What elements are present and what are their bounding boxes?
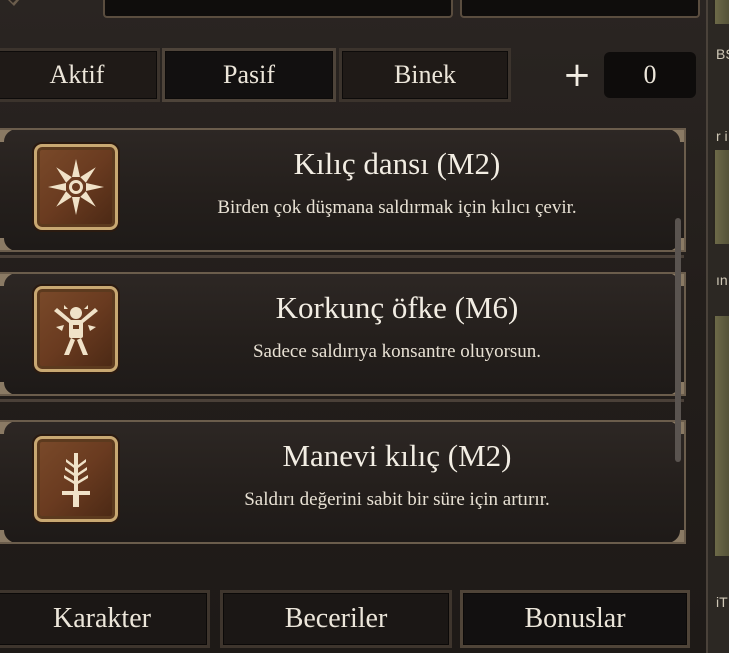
nav-beceriler[interactable]: Beceriler	[220, 590, 452, 648]
background-panel	[713, 0, 729, 24]
top-field-left	[103, 0, 453, 18]
tab-binek[interactable]: Binek	[339, 48, 511, 102]
divider	[0, 399, 684, 402]
ornament-icon	[664, 128, 686, 150]
tab-pasif[interactable]: Pasif	[162, 48, 336, 102]
background-text: BS	[716, 46, 729, 62]
ornament-icon	[0, 420, 20, 442]
ornament-icon	[664, 522, 686, 544]
skill-panel: Aktif Pasif Binek + 0 Kılıç dansı (M2) B…	[0, 0, 706, 653]
aura-sword-icon	[34, 436, 118, 522]
divider	[0, 255, 684, 258]
top-field-right	[460, 0, 700, 18]
skill-list: Kılıç dansı (M2) Birden çok düşmana sald…	[0, 120, 690, 560]
background-text: r i	[716, 128, 728, 144]
skill-item[interactable]: Manevi kılıç (M2) Saldırı değerini sabit…	[0, 420, 686, 544]
skill-title: Kılıç dansı (M2)	[293, 146, 501, 181]
corner-ornament	[8, 0, 20, 6]
skill-item[interactable]: Kılıç dansı (M2) Birden çok düşmana sald…	[0, 128, 686, 258]
nav-karakter[interactable]: Karakter	[0, 590, 210, 648]
tab-aktif[interactable]: Aktif	[0, 48, 160, 102]
scrollbar[interactable]	[675, 218, 681, 462]
background-window-edge: BS r i ın iT	[706, 0, 729, 653]
skill-description: Saldırı değerini sabit bir süre için art…	[244, 489, 550, 510]
skill-title: Manevi kılıç (M2)	[282, 438, 512, 473]
ornament-icon	[0, 272, 20, 294]
background-panel	[713, 316, 729, 556]
skill-title: Korkunç öfke (M6)	[275, 290, 519, 325]
sword-spin-icon	[34, 144, 118, 230]
ornament-icon	[0, 230, 20, 252]
background-text: ın	[716, 272, 728, 288]
ornament-icon	[0, 522, 20, 544]
skill-item[interactable]: Korkunç öfke (M6) Sadece saldırıya konsa…	[0, 272, 686, 402]
nav-bonuslar[interactable]: Bonuslar	[460, 590, 690, 648]
skill-description: Sadece saldırıya konsantre oluyorsun.	[252, 341, 542, 362]
skill-point-counter: 0	[604, 52, 696, 98]
rage-warrior-icon	[34, 286, 118, 372]
add-skill-point-button[interactable]: +	[560, 54, 594, 96]
background-panel	[713, 150, 729, 244]
ornament-icon	[0, 128, 20, 150]
ornament-icon	[0, 374, 20, 396]
background-text: iT	[716, 594, 728, 610]
skill-description: Birden çok düşmana saldırmak için kılıcı…	[217, 197, 577, 218]
